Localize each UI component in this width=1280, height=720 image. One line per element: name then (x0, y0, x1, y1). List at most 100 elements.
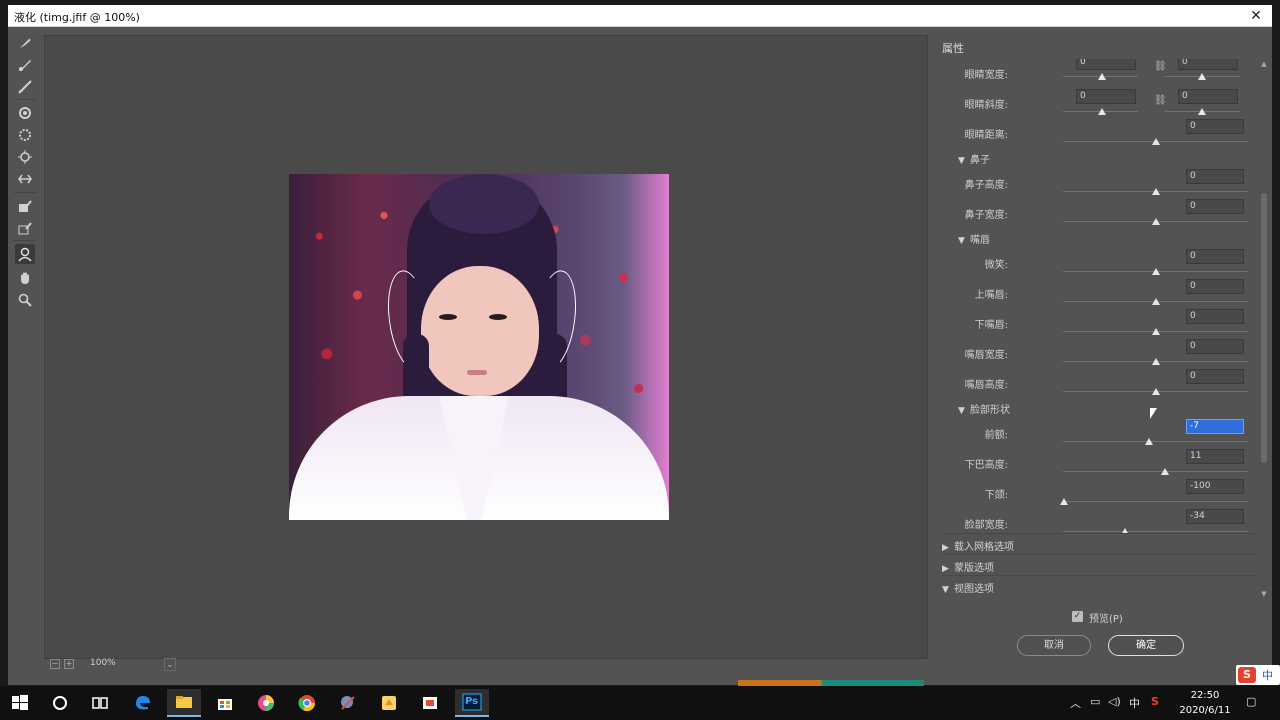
windows-taskbar: Ps ︿ ▭ ◁) 中 S 22:50 2020/6/11 ▢ (0, 686, 1280, 720)
reconstruct-tool-icon[interactable] (15, 55, 35, 75)
close-icon[interactable]: ✕ (1244, 7, 1268, 25)
forward-warp-tool-icon[interactable] (15, 33, 35, 53)
lower-lip-input[interactable]: 0 (1186, 309, 1244, 324)
twirl-tool-icon[interactable] (15, 103, 35, 123)
slider-thumb[interactable] (1152, 298, 1160, 305)
scroll-thumb[interactable] (1261, 193, 1267, 463)
jaw-slider[interactable] (1063, 501, 1248, 502)
clock-date: 2020/6/11 (1179, 705, 1231, 716)
thaw-mask-tool-icon[interactable] (15, 218, 35, 238)
ok-button[interactable]: 确定 (1108, 635, 1184, 656)
slider-thumb[interactable] (1198, 108, 1206, 115)
eye-width-left-input[interactable]: 0 (1076, 59, 1136, 70)
mouth-height-input[interactable]: 0 (1186, 369, 1244, 384)
properties-scrollbar[interactable]: ▲ ▼ (1259, 59, 1269, 599)
cancel-button[interactable]: 取消 (1017, 635, 1091, 656)
scroll-up-icon[interactable]: ▲ (1259, 59, 1269, 69)
forehead-slider[interactable] (1063, 441, 1248, 442)
nose-section-header[interactable]: ▼ 鼻子 (958, 151, 990, 166)
eye-width-right-input[interactable]: 0 (1178, 59, 1238, 70)
sogou-tray-icon[interactable]: S (1151, 695, 1159, 708)
slider-thumb[interactable] (1152, 358, 1160, 365)
clock-time: 22:50 (1190, 690, 1220, 701)
media-app-icon[interactable] (413, 689, 447, 717)
store-icon[interactable] (208, 689, 242, 717)
zoom-tool-icon[interactable] (15, 290, 35, 310)
zoom-out-button[interactable]: − (50, 659, 60, 669)
slider-thumb[interactable] (1152, 138, 1160, 145)
zoom-dropdown[interactable]: ⌄ (164, 658, 176, 671)
face-tool-icon[interactable] (15, 244, 35, 264)
task-view-icon[interactable] (83, 689, 117, 717)
slider-thumb[interactable] (1152, 328, 1160, 335)
slider-thumb[interactable] (1152, 388, 1160, 395)
view-options[interactable]: ▼ 视图选项 (942, 575, 1254, 595)
upper-lip-input[interactable]: 0 (1186, 279, 1244, 294)
zoom-level[interactable]: 100% (88, 658, 158, 671)
edge-icon[interactable] (126, 689, 160, 717)
chrome-icon[interactable] (290, 689, 324, 717)
network-icon[interactable]: ▭ (1090, 695, 1100, 708)
link-icon[interactable]: ⛓ (1154, 95, 1167, 107)
slider-thumb[interactable] (1161, 468, 1169, 475)
smile-input[interactable]: 0 (1186, 249, 1244, 264)
sogou-logo-icon: S (1238, 667, 1256, 683)
smooth-tool-icon[interactable] (15, 77, 35, 97)
eye-tilt-right-input[interactable]: 0 (1178, 89, 1238, 104)
scroll-down-icon[interactable]: ▼ (1259, 589, 1269, 599)
sticky-app-icon[interactable] (372, 689, 406, 717)
nose-section-label: 鼻子 (970, 155, 990, 166)
load-mesh-options[interactable]: ▶ 载入网格选项 (942, 533, 1254, 553)
mouth-width-label: 嘴唇宽度: (964, 350, 1008, 361)
photoshop-icon[interactable]: Ps (455, 689, 489, 717)
ime-mode[interactable]: 中 (1262, 667, 1273, 683)
notification-icon[interactable]: ▢ (1246, 695, 1256, 708)
slider-thumb[interactable] (1152, 188, 1160, 195)
preview-canvas[interactable] (44, 35, 928, 659)
slider-thumb[interactable] (1145, 438, 1153, 445)
chin-height-label: 下巴高度: (964, 460, 1008, 471)
tray-ime-mode[interactable]: 中 (1129, 695, 1140, 711)
push-left-tool-icon[interactable] (15, 169, 35, 189)
mouth-section-header[interactable]: ▼ 嘴唇 (958, 231, 990, 246)
title-bar: 液化 (timg.jfif @ 100%) ✕ (8, 5, 1272, 27)
face-width-input[interactable]: -34 (1186, 509, 1244, 524)
eye-tilt-left-input[interactable]: 0 (1076, 89, 1136, 104)
slider-thumb[interactable] (1198, 73, 1206, 80)
3d-app-icon[interactable] (331, 689, 365, 717)
windows-start-icon[interactable] (3, 689, 37, 717)
volume-icon[interactable]: ◁) (1108, 695, 1121, 708)
link-icon[interactable]: ⛓ (1154, 61, 1167, 73)
ime-toolbar[interactable]: S 中 (1236, 665, 1280, 685)
face-width-label: 脸部宽度: (964, 520, 1008, 531)
jaw-input[interactable]: -100 (1186, 479, 1244, 494)
chin-height-input[interactable]: 11 (1186, 449, 1244, 464)
system-clock[interactable]: 22:50 2020/6/11 (1178, 688, 1232, 718)
forehead-input[interactable]: -7 (1186, 419, 1244, 434)
slider-thumb[interactable] (1098, 73, 1106, 80)
preview-checkbox[interactable]: ✓ (1072, 611, 1083, 622)
jaw-label: 下颌: (984, 490, 1008, 501)
hand-tool-icon[interactable] (15, 268, 35, 288)
file-explorer-icon[interactable] (167, 689, 201, 717)
face-width-slider[interactable] (1063, 531, 1248, 532)
slider-thumb[interactable] (1152, 218, 1160, 225)
freeze-mask-tool-icon[interactable] (15, 196, 35, 216)
slider-thumb[interactable] (1098, 108, 1106, 115)
tray-chevron-icon[interactable]: ︿ (1070, 695, 1081, 711)
slider-thumb[interactable] (1060, 498, 1068, 505)
color-picker-app-icon[interactable] (249, 689, 283, 717)
chin-height-slider[interactable] (1063, 471, 1248, 472)
eye-distance-input[interactable]: 0 (1186, 119, 1244, 134)
pucker-tool-icon[interactable] (15, 125, 35, 145)
zoom-in-button[interactable]: + (64, 659, 74, 669)
mask-options[interactable]: ▶ 蒙版选项 (942, 554, 1254, 574)
slider-thumb[interactable] (1152, 268, 1160, 275)
cortana-icon[interactable] (43, 689, 77, 717)
nose-height-input[interactable]: 0 (1186, 169, 1244, 184)
bloat-tool-icon[interactable] (15, 147, 35, 167)
liquify-dialog: 液化 (timg.jfif @ 100%) ✕ − + 100% ⌄ 属性 眼睛… (8, 5, 1272, 685)
nose-width-input[interactable]: 0 (1186, 199, 1244, 214)
mouth-width-input[interactable]: 0 (1186, 339, 1244, 354)
face-shape-section-header[interactable]: ▼ 脸部形状 (958, 401, 1010, 416)
